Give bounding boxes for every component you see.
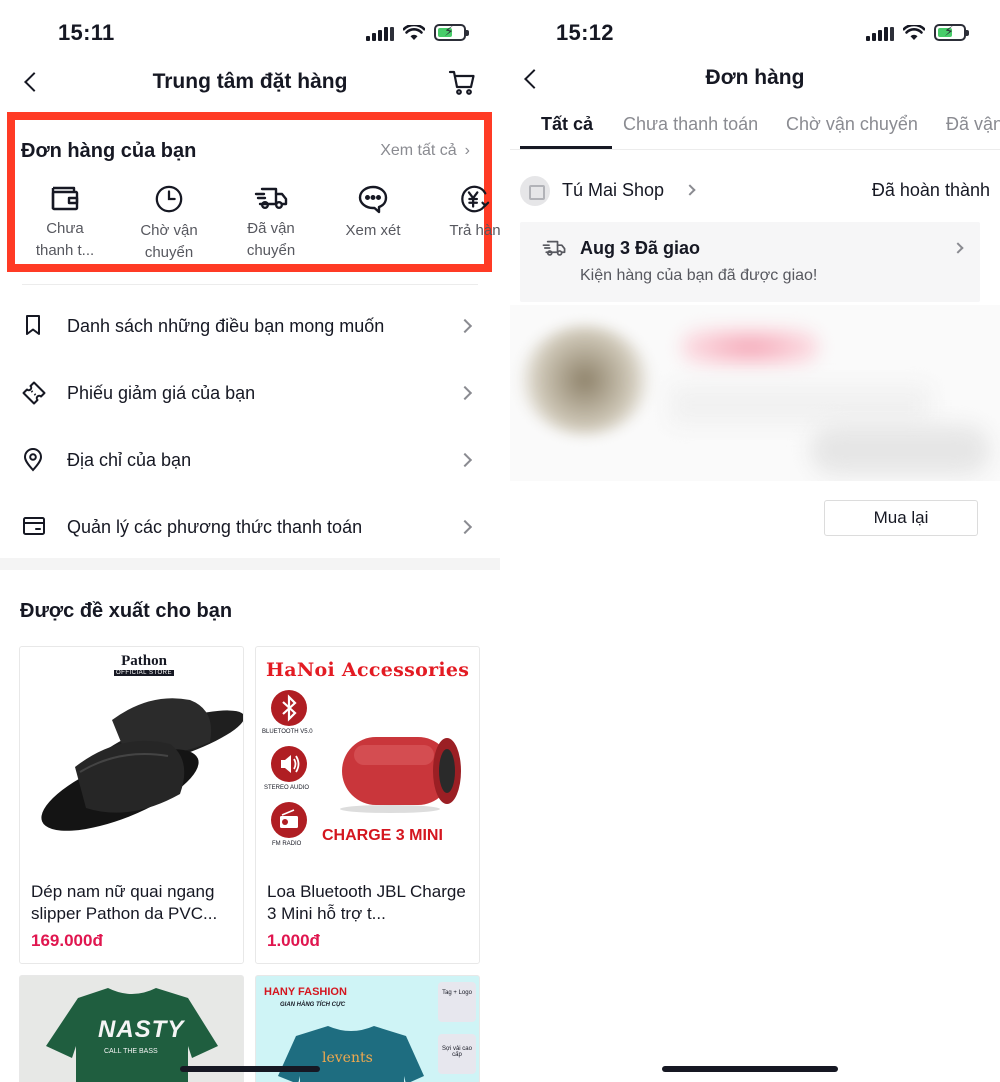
feature-badge: Sợi vải cao cấp [438, 1034, 476, 1074]
product-price: 169.000đ [31, 931, 103, 950]
shop-store-icon [520, 176, 550, 206]
shop-name-link[interactable]: Tú Mai Shop [562, 180, 664, 201]
product-name: Dép nam nữ quai ngang slipper Pathon da … [31, 882, 218, 923]
order-status-label: Đã hoàn thành [871, 180, 990, 200]
divider [22, 284, 478, 285]
chevron-right-icon [457, 519, 473, 535]
product-card[interactable]: HaNoi Accessories BLUETOOTH V5.0 STEREO … [255, 646, 480, 964]
shop-header: Tú Mai Shop Đã hoàn thành [520, 172, 990, 212]
header-bar: Trung tâm đặt hàng [0, 60, 500, 104]
refund-yen-icon [461, 185, 490, 213]
slipper-image [41, 698, 243, 831]
product-image-slipper: Pathon OFFICIAL STORE [20, 647, 243, 872]
battery-charging-icon: ⚡ [434, 23, 469, 41]
buy-again-button[interactable]: Mua lại [824, 500, 978, 536]
location-pin-icon [23, 448, 43, 472]
order-center-screen: 15:11 ⚡ Trung tâm đặt hàng Đơn hàng của … [0, 0, 500, 1082]
delivery-message: Kiện hàng của bạn đã được giao! [580, 267, 818, 284]
truck-icon [254, 187, 288, 210]
delivery-status-card[interactable]: Aug 3 Đã giao Kiện hàng của bạn đã được … [520, 222, 980, 302]
bookmark-icon [26, 315, 40, 335]
status-bar: 15:12 ⚡ [510, 18, 1000, 48]
active-tab-indicator [520, 146, 612, 149]
see-all-orders-link[interactable]: Xem tất cả › [380, 142, 470, 160]
radio-icon [271, 802, 307, 838]
status-time: 15:12 [556, 20, 614, 45]
product-image-speaker: HaNoi Accessories BLUETOOTH V5.0 STEREO … [262, 659, 470, 847]
orders-section-title: Đơn hàng của bạn [21, 140, 197, 162]
feature-badge: Tag + Logo [438, 982, 476, 1022]
page-title: Trung tâm đặt hàng [152, 70, 348, 93]
chevron-right-icon [457, 452, 473, 468]
section-divider [0, 558, 500, 570]
wifi-icon [903, 24, 925, 40]
menu-item-payment-methods[interactable]: Quản lý các phương thức thanh toán [0, 493, 500, 560]
shopping-cart-icon[interactable] [448, 68, 476, 96]
order-status-shipped[interactable]: Đã vận chuyển [221, 184, 321, 262]
speaker-volume-icon [271, 746, 307, 782]
brand-logo: HaNoi Accessories [266, 659, 470, 681]
clock-icon [155, 185, 183, 213]
chevron-right-icon [684, 184, 696, 196]
cellular-signal-icon [366, 25, 394, 41]
bluetooth-icon [271, 690, 307, 726]
tab-awaiting-shipment[interactable]: Chờ vận chuyển [786, 114, 918, 135]
home-indicator [180, 1066, 320, 1072]
chevron-right-icon [952, 242, 964, 254]
speaker-image [340, 737, 461, 813]
product-name: Loa Bluetooth JBL Charge 3 Mini hỗ trợ t… [267, 882, 466, 923]
page-title: Đơn hàng [705, 66, 805, 89]
tab-all[interactable]: Tất cả [541, 114, 593, 135]
order-status-returns[interactable]: Trả hàn [425, 184, 500, 242]
home-indicator [662, 1066, 838, 1072]
delivery-date-title: Aug 3 Đã giao [580, 238, 701, 258]
wifi-icon [403, 24, 425, 40]
order-status-unpaid[interactable]: Chưa thanh t... [15, 184, 115, 262]
review-chat-icon [358, 185, 388, 214]
order-tabs: Tất cả Chưa thanh toán Chờ vận chuyển Đã… [510, 112, 1000, 150]
menu-item-address[interactable]: Địa chỉ của bạn [0, 426, 500, 493]
orders-screen: 15:12 ⚡ Đơn hàng Tất cả Chưa thanh toán … [510, 0, 1000, 1082]
cellular-signal-icon [866, 25, 894, 41]
account-menu-list: Danh sách những điều bạn mong muốn Phiếu… [0, 292, 500, 560]
your-orders-card: Đơn hàng của bạn Xem tất cả › Chưa thanh … [7, 112, 500, 272]
menu-item-coupons[interactable]: Phiếu giảm giá của bạn [0, 359, 500, 426]
status-time: 15:11 [58, 20, 115, 45]
chevron-right-icon: › [464, 142, 470, 159]
menu-item-wishlist[interactable]: Danh sách những điều bạn mong muốn [0, 292, 500, 359]
status-bar: 15:11 ⚡ [0, 18, 500, 48]
tab-shipped[interactable]: Đã vận [946, 114, 1000, 135]
chevron-right-icon [457, 318, 473, 334]
order-status-awaiting-shipment[interactable]: Chờ vận chuyển [119, 184, 219, 264]
coupon-icon [22, 381, 46, 405]
product-price: 1.000đ [267, 931, 320, 950]
blurred-product-preview[interactable] [510, 305, 1000, 481]
wallet-icon [51, 186, 79, 211]
recommendations-title: Được đề xuất cho bạn [20, 600, 233, 622]
shirt-print-text: NASTY [98, 1016, 185, 1043]
chevron-right-icon [457, 385, 473, 401]
battery-charging-icon: ⚡ [934, 23, 969, 41]
order-status-review[interactable]: Xem xét [323, 184, 423, 242]
tab-unpaid[interactable]: Chưa thanh toán [623, 114, 758, 135]
shirt-print-text: levents [322, 1050, 373, 1066]
header-bar: Đơn hàng [510, 60, 1000, 104]
payment-card-icon [23, 517, 45, 535]
product-card[interactable]: Pathon OFFICIAL STORE Dép nam nữ quai ng… [19, 646, 244, 964]
delivery-truck-icon [542, 240, 566, 256]
product-model-label: CHARGE 3 MINI [322, 827, 443, 844]
